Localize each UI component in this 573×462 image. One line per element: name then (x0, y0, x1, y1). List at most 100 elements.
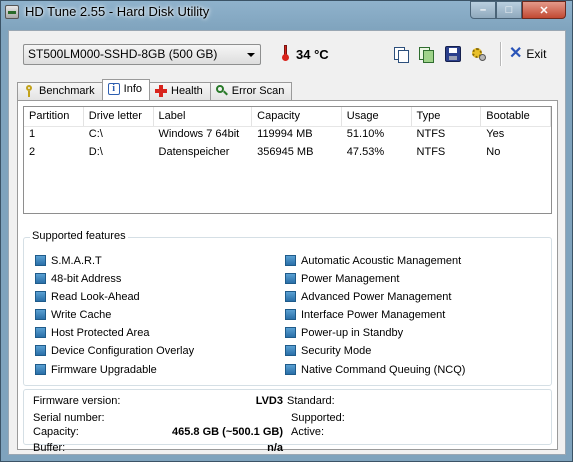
feature-label: S.M.A.R.T (51, 254, 102, 267)
title-bar[interactable]: HD Tune 2.55 - Hard Disk Utility – □ ✕ (1, 1, 572, 23)
checked-box-icon (285, 327, 296, 338)
tab-health[interactable]: Health (149, 82, 211, 100)
maximize-button[interactable]: □ (496, 1, 522, 19)
table-row[interactable]: 1 C:\ Windows 7 64bit 119994 MB 51.10% N… (24, 126, 551, 143)
column-header-label[interactable]: Label (154, 107, 253, 126)
feature-label: Automatic Acoustic Management (301, 254, 462, 267)
tab-bar: Benchmark i Info Health Error Scan (17, 79, 293, 100)
table-row[interactable]: 2 D:\ Datenspeicher 356945 MB 47.53% NTF… (24, 144, 551, 161)
feature-label: Device Configuration Overlay (51, 344, 195, 357)
feature-label: Read Look-Ahead (51, 290, 140, 303)
main-client-area: ST500LM000-SSHD-8GB (500 GB) 34 °C ✕ Exi… (8, 30, 566, 455)
tab-label: Health (171, 85, 203, 97)
close-icon: ✕ (539, 4, 549, 17)
active-label: Active: (291, 426, 325, 438)
feature-48bit-address: 48-bit Address (35, 271, 121, 286)
temperature-readout: 34 °C (296, 47, 329, 62)
app-icon[interactable] (5, 5, 19, 19)
cell-drive-letter: D:\ (88, 146, 103, 158)
health-icon (155, 85, 167, 97)
column-header-type[interactable]: Type (412, 107, 482, 126)
feature-label: Firmware Upgradable (51, 363, 157, 376)
tab-error-scan[interactable]: Error Scan (209, 82, 293, 100)
tab-label: Benchmark (39, 85, 95, 97)
checked-box-icon (35, 255, 46, 266)
close-button[interactable]: ✕ (522, 1, 566, 19)
standard-label: Standard: (287, 395, 335, 407)
feature-firmware-upgradable: Firmware Upgradable (35, 362, 157, 377)
column-header-capacity[interactable]: Capacity (252, 107, 342, 126)
options-icon[interactable] (470, 46, 486, 62)
feature-ncq: Native Command Queuing (NCQ) (285, 362, 465, 377)
checked-box-icon (285, 273, 296, 284)
benchmark-icon (23, 85, 35, 97)
toolbar: ST500LM000-SSHD-8GB (500 GB) 34 °C ✕ Exi… (9, 31, 565, 79)
feature-smart: S.M.A.R.T (35, 253, 102, 268)
checked-box-icon (285, 255, 296, 266)
save-icon[interactable] (445, 46, 461, 62)
cell-bootable: No (486, 146, 501, 158)
cell-drive-letter: C:\ (88, 128, 103, 140)
checked-box-icon (35, 364, 46, 375)
exit-icon: ✕ (509, 45, 523, 62)
feature-power-management: Power Management (285, 271, 399, 286)
feature-label: Host Protected Area (51, 326, 150, 339)
error-scan-icon (215, 85, 228, 97)
tab-label: Info (123, 83, 142, 95)
feature-label: Security Mode (301, 344, 372, 357)
buffer-label: Buffer: (33, 442, 66, 454)
capacity-label: Capacity: (33, 426, 79, 438)
cell-capacity: 356945 MB (257, 146, 314, 158)
toolbar-divider (500, 42, 502, 66)
tab-info[interactable]: i Info (101, 79, 150, 100)
feature-label: Power Management (301, 272, 400, 285)
minimize-icon: – (479, 4, 487, 16)
exit-button[interactable]: ✕ Exit (509, 44, 546, 64)
chevron-down-icon (247, 53, 255, 57)
feature-label: 48-bit Address (51, 272, 122, 285)
checked-box-icon (35, 327, 46, 338)
feature-interface-power-management: Interface Power Management (285, 307, 445, 322)
feature-write-cache: Write Cache (35, 307, 111, 322)
cell-bootable: Yes (486, 128, 505, 140)
window-title: HD Tune 2.55 - Hard Disk Utility (25, 4, 210, 19)
app-window: HD Tune 2.55 - Hard Disk Utility – □ ✕ S… (0, 0, 573, 462)
checked-box-icon (285, 345, 296, 356)
cell-type: NTFS (416, 128, 446, 140)
info-icon: i (107, 83, 120, 95)
partition-table[interactable]: Partition Drive letter Label Capacity Us… (23, 106, 552, 214)
checked-box-icon (35, 309, 46, 320)
copy-text-icon[interactable] (393, 46, 409, 63)
cell-type: NTFS (416, 146, 446, 158)
drive-details-group: Firmware version: LVD3 Serial number: Ca… (23, 389, 552, 454)
supported-features-group: Supported features S.M.A.R.T 48-bit Addr… (23, 230, 552, 386)
maximize-icon: □ (505, 4, 513, 16)
table-header: Partition Drive letter Label Capacity Us… (24, 107, 551, 127)
cell-label: Datenspeicher (158, 146, 230, 158)
tab-label: Error Scan (231, 85, 285, 97)
firmware-value: LVD3 (255, 395, 283, 407)
exit-label: Exit (526, 47, 547, 61)
firmware-label: Firmware version: (33, 395, 121, 407)
feature-label: Interface Power Management (301, 308, 446, 321)
column-header-bootable[interactable]: Bootable (481, 107, 551, 126)
copy-screenshot-icon[interactable] (418, 46, 434, 63)
cell-partition: 1 (29, 128, 36, 140)
tab-benchmark[interactable]: Benchmark (17, 82, 103, 100)
feature-host-protected-area: Host Protected Area (35, 325, 149, 340)
column-header-usage[interactable]: Usage (342, 107, 412, 126)
feature-label: Advanced Power Management (301, 290, 452, 303)
column-header-partition[interactable]: Partition (24, 107, 84, 126)
column-header-drive-letter[interactable]: Drive letter (84, 107, 154, 126)
drive-select[interactable]: ST500LM000-SSHD-8GB (500 GB) (23, 44, 261, 65)
feature-label: Write Cache (51, 308, 112, 321)
serial-label: Serial number: (33, 412, 105, 424)
capacity-value: 465.8 GB (~500.1 GB) (172, 426, 283, 438)
cell-capacity: 119994 MB (257, 128, 313, 140)
checked-box-icon (285, 309, 296, 320)
cell-usage: 47.53% (346, 146, 385, 158)
info-panel: Partition Drive letter Label Capacity Us… (17, 100, 558, 454)
minimize-button[interactable]: – (470, 1, 496, 19)
supported-features-title: Supported features (30, 230, 128, 242)
feature-automatic-acoustic-management: Automatic Acoustic Management (285, 253, 461, 268)
